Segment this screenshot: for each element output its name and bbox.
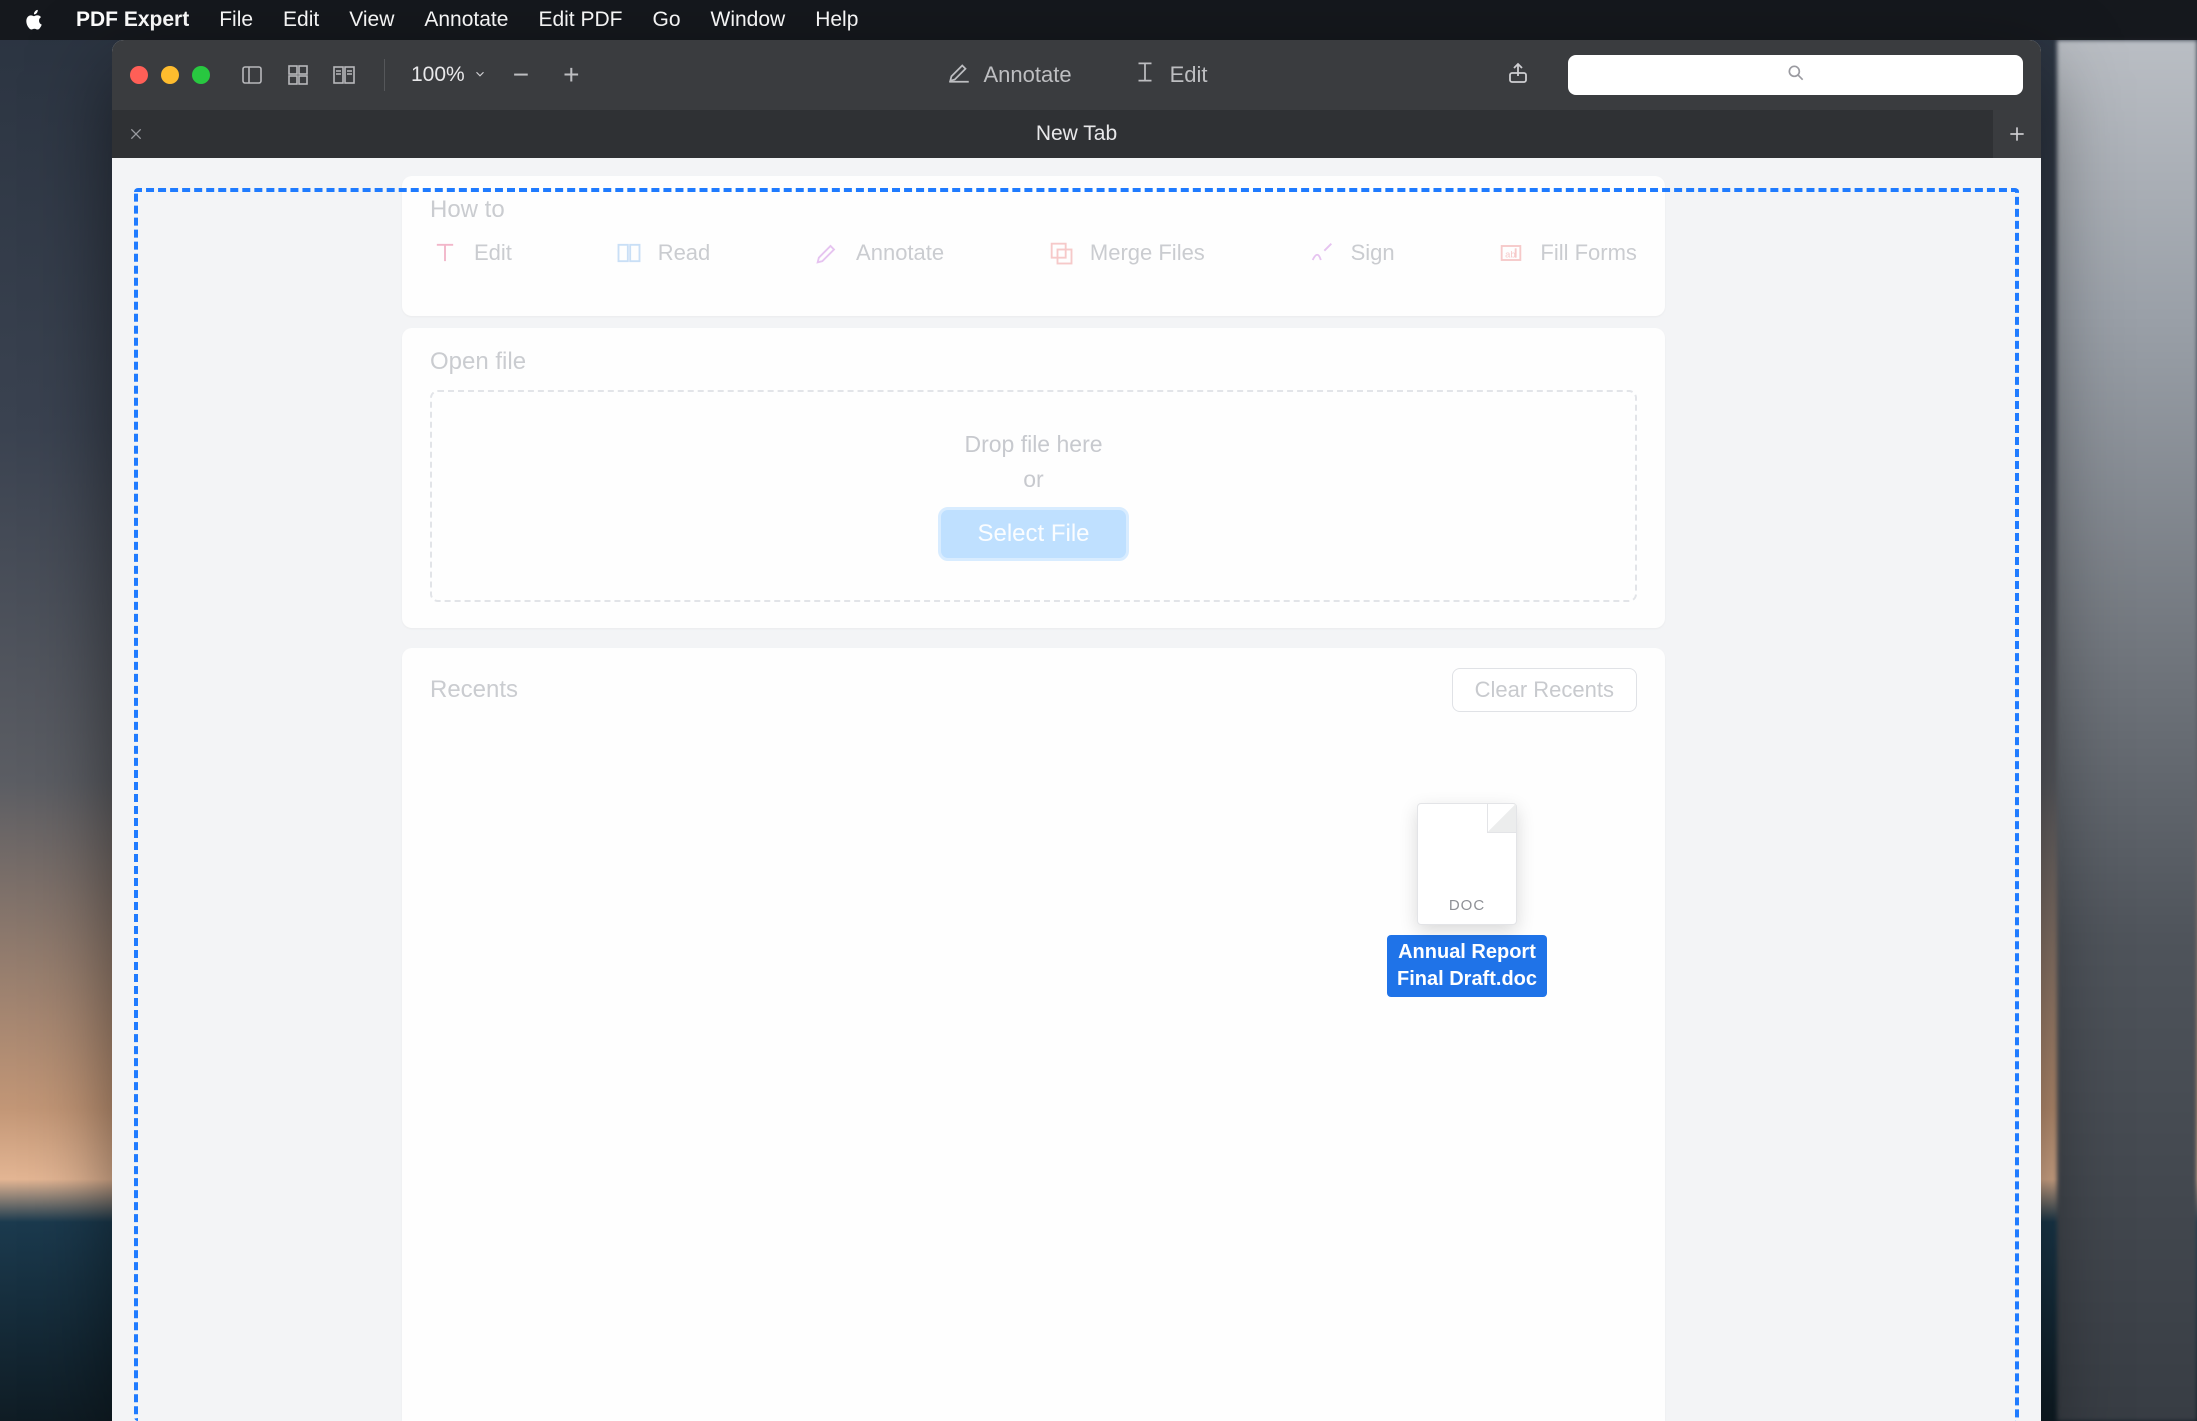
- form-icon: ab: [1496, 238, 1526, 268]
- text-edit-icon: [430, 238, 460, 268]
- search-icon: [1786, 63, 1806, 88]
- window-zoom-button[interactable]: [192, 66, 210, 84]
- two-page-view-icon[interactable]: [330, 61, 358, 89]
- app-window: 100% − + Annotate Edit New Tab: [112, 40, 2041, 1421]
- dragged-file[interactable]: DOC Annual ReportFinal Draft.doc: [1372, 803, 1562, 997]
- highlighter-icon: [946, 59, 972, 91]
- howto-item-label: Read: [658, 240, 711, 266]
- book-icon: [614, 238, 644, 268]
- sidebar-toggle-icon[interactable]: [238, 61, 266, 89]
- toolbar-separator: [384, 59, 385, 91]
- howto-item-label: Annotate: [856, 240, 944, 266]
- menu-view[interactable]: View: [349, 8, 394, 32]
- grid-view-icon[interactable]: [284, 61, 312, 89]
- recents-panel: Recents Clear Recents: [402, 648, 1665, 1421]
- zoom-out-button[interactable]: −: [505, 61, 537, 89]
- pencil-icon: [812, 238, 842, 268]
- tab-title: New Tab: [1036, 122, 1117, 146]
- chevron-down-icon: [473, 63, 487, 87]
- recents-title: Recents: [430, 676, 518, 704]
- howto-fillforms[interactable]: ab Fill Forms: [1496, 238, 1637, 268]
- new-tab-button[interactable]: [1993, 110, 2041, 158]
- howto-sign[interactable]: Sign: [1307, 238, 1395, 268]
- window-minimize-button[interactable]: [161, 66, 179, 84]
- tab-close-button[interactable]: [112, 126, 160, 142]
- menu-edit[interactable]: Edit: [283, 8, 319, 32]
- zoom-value: 100%: [411, 63, 465, 87]
- zoom-control[interactable]: 100%: [411, 63, 487, 87]
- openfile-panel: Open file Drop file here or Select File: [402, 328, 1665, 628]
- howto-annotate[interactable]: Annotate: [812, 238, 944, 268]
- menu-window[interactable]: Window: [711, 8, 786, 32]
- menu-go[interactable]: Go: [652, 8, 680, 32]
- svg-text:ab: ab: [1506, 250, 1516, 260]
- app-name[interactable]: PDF Expert: [76, 8, 189, 32]
- toolbar-mode-switch: Annotate Edit: [946, 59, 1208, 91]
- howto-panel: How to Edit Read Annotate Merge Files: [402, 176, 1665, 316]
- content-area: How to Edit Read Annotate Merge Files: [112, 158, 2041, 1421]
- howto-merge[interactable]: Merge Files: [1046, 238, 1205, 268]
- share-button[interactable]: [1506, 61, 1530, 90]
- macos-menubar: PDF Expert File Edit View Annotate Edit …: [0, 0, 2197, 40]
- howto-edit[interactable]: Edit: [430, 238, 512, 268]
- text-cursor-icon: [1132, 59, 1158, 91]
- menu-help[interactable]: Help: [815, 8, 858, 32]
- annotate-mode-button[interactable]: Annotate: [946, 59, 1072, 91]
- zoom-in-button[interactable]: +: [555, 61, 587, 89]
- howto-read[interactable]: Read: [614, 238, 711, 268]
- edit-label: Edit: [1170, 62, 1208, 88]
- edit-mode-button[interactable]: Edit: [1132, 59, 1208, 91]
- menu-edit-pdf[interactable]: Edit PDF: [538, 8, 622, 32]
- tab-strip: New Tab: [112, 110, 2041, 158]
- menu-file[interactable]: File: [219, 8, 253, 32]
- merge-icon: [1046, 238, 1076, 268]
- annotate-label: Annotate: [984, 62, 1072, 88]
- file-extension-label: DOC: [1418, 897, 1516, 914]
- menu-annotate[interactable]: Annotate: [424, 8, 508, 32]
- howto-item-label: Sign: [1351, 240, 1395, 266]
- openfile-title: Open file: [402, 328, 1665, 390]
- select-file-button[interactable]: Select File: [938, 507, 1128, 561]
- drop-hint: Drop file here: [964, 431, 1102, 458]
- window-close-button[interactable]: [130, 66, 148, 84]
- howto-title: How to: [402, 176, 1665, 238]
- drop-zone[interactable]: Drop file here or Select File: [430, 390, 1637, 602]
- window-toolbar: 100% − + Annotate Edit: [112, 40, 2041, 110]
- document-icon: DOC: [1417, 803, 1517, 925]
- drop-or: or: [1023, 466, 1043, 493]
- howto-item-label: Merge Files: [1090, 240, 1205, 266]
- traffic-lights: [130, 66, 210, 84]
- dragged-file-name: Annual ReportFinal Draft.doc: [1387, 935, 1547, 997]
- howto-item-label: Edit: [474, 240, 512, 266]
- search-field[interactable]: [1568, 55, 2023, 95]
- signature-icon: [1307, 238, 1337, 268]
- clear-recents-button[interactable]: Clear Recents: [1452, 668, 1637, 712]
- apple-menu-icon[interactable]: [24, 9, 46, 31]
- howto-item-label: Fill Forms: [1540, 240, 1637, 266]
